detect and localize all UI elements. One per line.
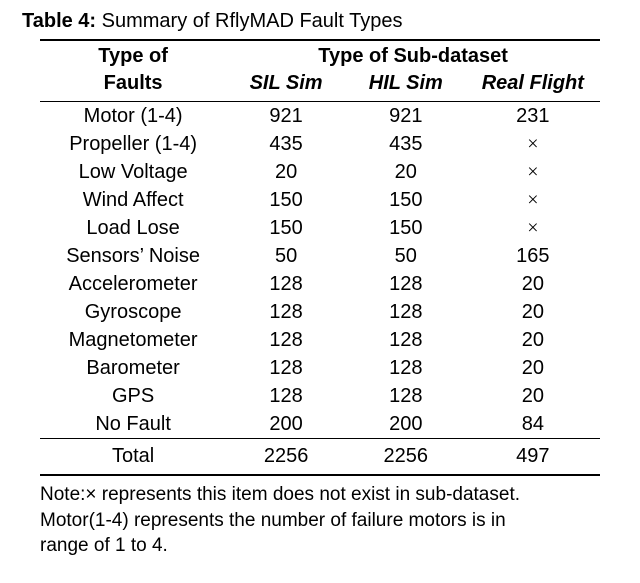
cell-fault-type: Motor (1-4) [40, 102, 226, 131]
cell-fault-type: No Fault [40, 410, 226, 439]
table-caption: Table 4: Summary of RflyMAD Fault Types [22, 10, 618, 33]
cell-real: 165 [466, 242, 600, 270]
cell-hil: 20 [346, 158, 466, 186]
total-sil: 2256 [226, 439, 346, 476]
cell-hil: 128 [346, 354, 466, 382]
cell-sil: 150 [226, 186, 346, 214]
cell-sil: 128 [226, 270, 346, 298]
total-row: Total 2256 2256 497 [40, 439, 600, 476]
cell-hil: 435 [346, 130, 466, 158]
table-row: Gyroscope12812820 [40, 298, 600, 326]
caption-text: Summary of RflyMAD Fault Types [96, 10, 402, 32]
cell-sil: 50 [226, 242, 346, 270]
cell-real: 20 [466, 298, 600, 326]
table-row: Load Lose150150× [40, 214, 600, 242]
cell-real: × [466, 130, 600, 158]
cell-sil: 128 [226, 298, 346, 326]
cell-sil: 128 [226, 354, 346, 382]
cell-real: 20 [466, 382, 600, 410]
cell-hil: 200 [346, 410, 466, 439]
cell-real: 231 [466, 102, 600, 131]
note-line-1: Note:× represents this item does not exi… [40, 484, 520, 505]
fault-summary-table: Type of Type of Sub-dataset Faults SIL S… [40, 39, 600, 476]
table-row: No Fault20020084 [40, 410, 600, 439]
cell-sil: 200 [226, 410, 346, 439]
cell-hil: 50 [346, 242, 466, 270]
note-line-3: range of 1 to 4. [40, 535, 168, 556]
cell-sil: 921 [226, 102, 346, 131]
caption-number: Table 4: [22, 10, 96, 32]
cell-hil: 128 [346, 382, 466, 410]
cell-fault-type: Sensors’ Noise [40, 242, 226, 270]
cell-fault-type: Wind Affect [40, 186, 226, 214]
cell-sil: 150 [226, 214, 346, 242]
table-row: Magnetometer12812820 [40, 326, 600, 354]
cell-hil: 128 [346, 298, 466, 326]
cell-real: 20 [466, 270, 600, 298]
cell-fault-type: Low Voltage [40, 158, 226, 186]
hdr-faults: Faults [40, 68, 226, 102]
cell-fault-type: Gyroscope [40, 298, 226, 326]
total-hil: 2256 [346, 439, 466, 476]
hdr-type-of: Type of [40, 40, 226, 68]
cell-real: 84 [466, 410, 600, 439]
cell-real: 20 [466, 326, 600, 354]
table-row: Accelerometer12812820 [40, 270, 600, 298]
total-label: Total [40, 439, 226, 476]
table-note: Note:× represents this item does not exi… [40, 482, 600, 559]
table-row: GPS12812820 [40, 382, 600, 410]
total-real: 497 [466, 439, 600, 476]
table-row: Motor (1-4)921921231 [40, 102, 600, 131]
cell-fault-type: Propeller (1-4) [40, 130, 226, 158]
cell-fault-type: Barometer [40, 354, 226, 382]
cell-hil: 921 [346, 102, 466, 131]
hdr-col-sil: SIL Sim [226, 68, 346, 102]
table-body: Motor (1-4)921921231Propeller (1-4)43543… [40, 102, 600, 439]
hdr-type-of-sub: Type of Sub-dataset [226, 40, 600, 68]
cell-sil: 128 [226, 326, 346, 354]
cell-sil: 128 [226, 382, 346, 410]
cell-fault-type: Accelerometer [40, 270, 226, 298]
cell-sil: 435 [226, 130, 346, 158]
cell-hil: 150 [346, 214, 466, 242]
cell-real: × [466, 214, 600, 242]
cell-fault-type: GPS [40, 382, 226, 410]
hdr-col-hil: HIL Sim [346, 68, 466, 102]
cell-hil: 128 [346, 326, 466, 354]
cell-hil: 128 [346, 270, 466, 298]
note-line-2: Motor(1-4) represents the number of fail… [40, 510, 506, 531]
table-row: Barometer12812820 [40, 354, 600, 382]
table-row: Propeller (1-4)435435× [40, 130, 600, 158]
cell-fault-type: Magnetometer [40, 326, 226, 354]
cell-fault-type: Load Lose [40, 214, 226, 242]
table-row: Wind Affect150150× [40, 186, 600, 214]
cell-real: 20 [466, 354, 600, 382]
cell-real: × [466, 186, 600, 214]
cell-sil: 20 [226, 158, 346, 186]
table-row: Low Voltage2020× [40, 158, 600, 186]
hdr-col-real: Real Flight [466, 68, 600, 102]
cell-real: × [466, 158, 600, 186]
cell-hil: 150 [346, 186, 466, 214]
table-row: Sensors’ Noise5050165 [40, 242, 600, 270]
